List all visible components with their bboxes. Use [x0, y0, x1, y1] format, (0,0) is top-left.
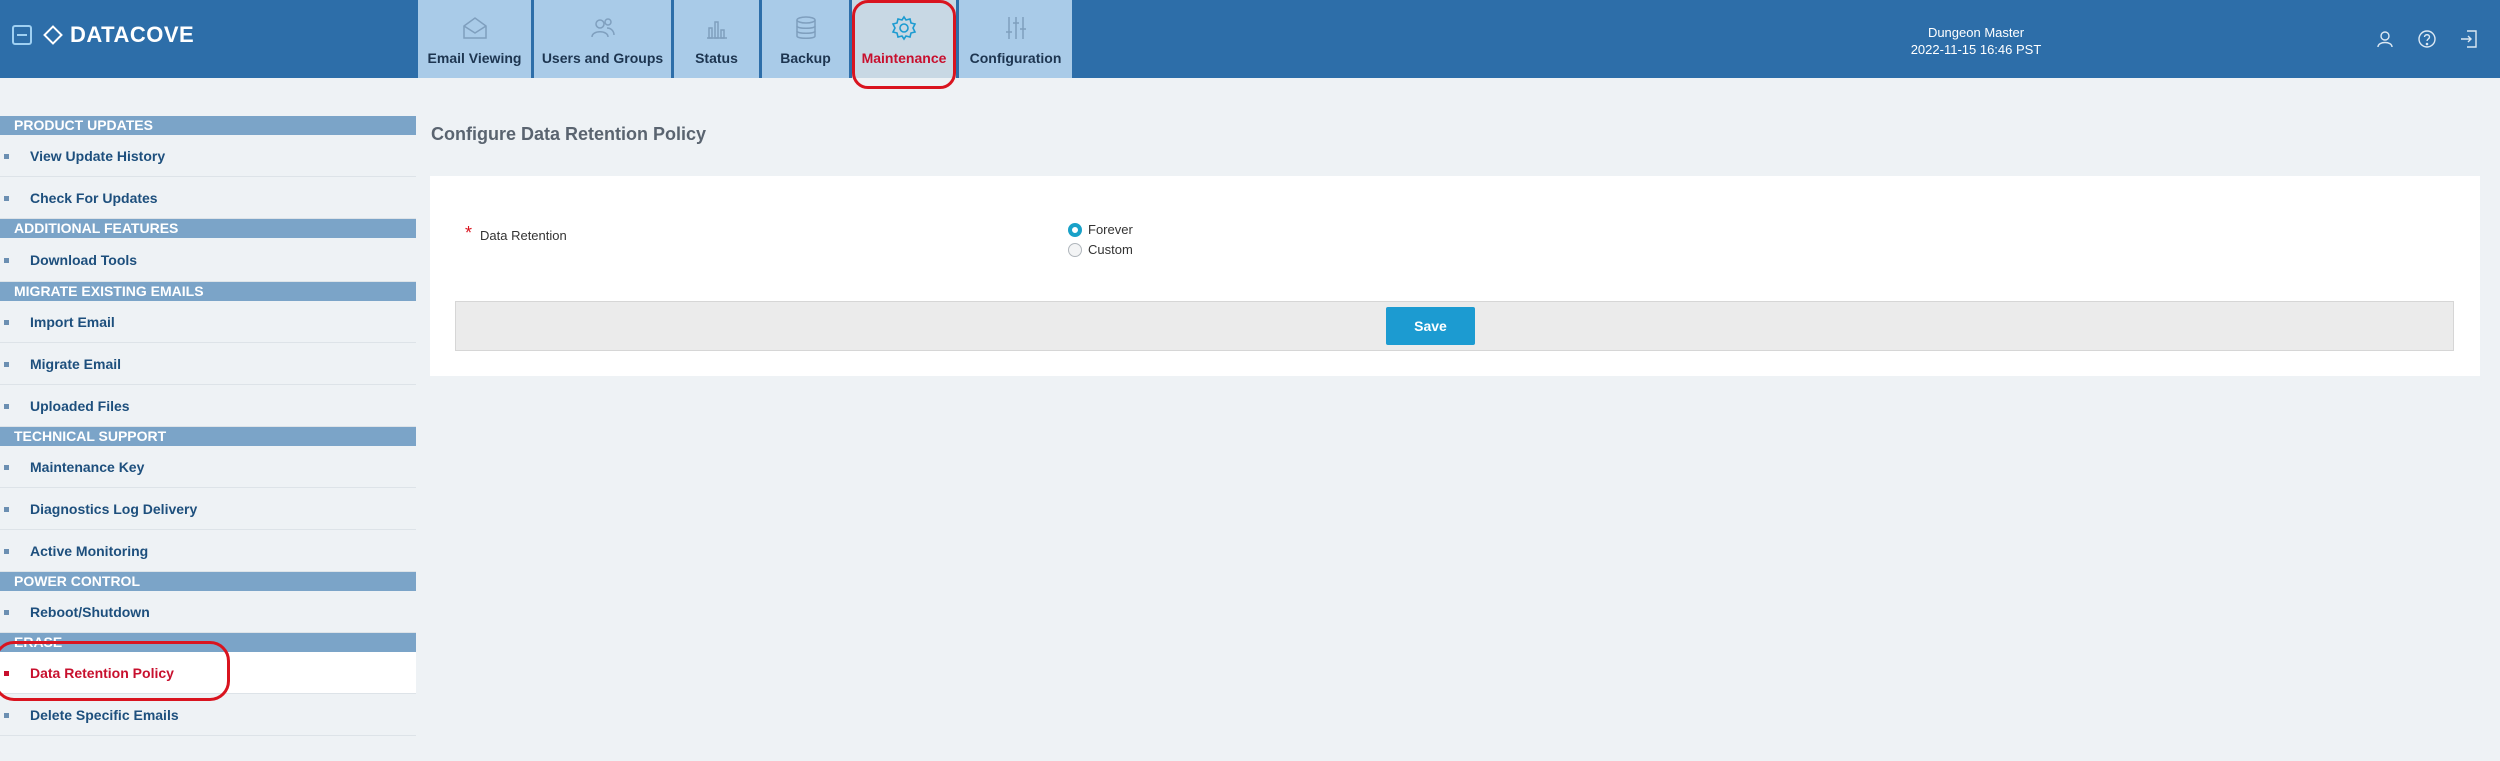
tab-maintenance[interactable]: Maintenance	[852, 0, 956, 78]
envelope-icon	[462, 17, 487, 39]
tab-backup[interactable]: Backup	[762, 0, 849, 78]
tab-label: Configuration	[969, 50, 1062, 66]
help-icon[interactable]	[2416, 28, 2438, 50]
tab-label: Email Viewing	[427, 50, 522, 66]
brand-name: DATACOVE	[70, 22, 195, 47]
tab-label: Status	[695, 50, 738, 66]
page-title: Configure Data Retention Policy	[431, 124, 707, 144]
sidebar-item-uploaded-files[interactable]: Uploaded Files	[0, 385, 416, 427]
brand: DATACOVE	[12, 22, 194, 48]
sliders-icon	[1005, 17, 1026, 39]
sidebar-item-diagnostics-log-delivery[interactable]: Diagnostics Log Delivery	[0, 488, 416, 530]
main-nav: Email Viewing Users and Groups Status Ba…	[418, 0, 1075, 78]
gear-icon	[891, 15, 917, 41]
save-button[interactable]: Save	[1386, 307, 1475, 345]
radio-option-custom[interactable]: Custom	[1068, 242, 1133, 257]
sidebar-item-import-email[interactable]: Import Email	[0, 301, 416, 343]
tab-label: Maintenance	[861, 50, 947, 66]
sidebar-item-reboot-shutdown[interactable]: Reboot/Shutdown	[0, 591, 416, 633]
data-retention-label: Data Retention	[480, 228, 567, 243]
database-icon	[795, 16, 816, 39]
bar-chart-icon	[706, 21, 727, 39]
section-header: ERASE	[0, 633, 416, 652]
sidebar-item-data-retention-policy[interactable]: Data Retention Policy	[0, 652, 416, 694]
user-info: Dungeon Master 2022-11-15 16:46 PST	[1876, 24, 2076, 58]
required-marker: *	[465, 223, 473, 243]
user-name: Dungeon Master	[1927, 25, 2025, 40]
sidebar-item-maintenance-key[interactable]: Maintenance Key	[0, 446, 416, 488]
user-profile-icon[interactable]	[2374, 28, 2396, 50]
tab-status[interactable]: Status	[674, 0, 759, 78]
sidebar-item-check-for-updates[interactable]: Check For Updates	[0, 177, 416, 219]
users-icon	[590, 18, 615, 38]
sidebar-item-delete-specific-emails[interactable]: Delete Specific Emails	[0, 694, 416, 736]
current-datetime: 2022-11-15 16:46 PST	[1910, 42, 2042, 57]
radio-option-forever[interactable]: Forever	[1068, 222, 1133, 237]
radio-unselected-icon[interactable]	[1068, 242, 1082, 257]
header-actions	[2374, 28, 2480, 50]
retention-form-panel: * Data Retention Forever Custom Save	[430, 176, 2480, 376]
section-header: TECHNICAL SUPPORT	[0, 427, 416, 446]
sidebar-item-download-tools[interactable]: Download Tools	[0, 238, 416, 282]
section-header: ADDITIONAL FEATURES	[0, 219, 416, 238]
section-header: POWER CONTROL	[0, 572, 416, 591]
logout-icon[interactable]	[2458, 28, 2480, 50]
logo-diamond-icon	[43, 25, 63, 45]
tab-users-and-groups[interactable]: Users and Groups	[534, 0, 671, 78]
sidebar-item-active-monitoring[interactable]: Active Monitoring	[0, 530, 416, 572]
tab-label: Backup	[780, 50, 831, 66]
radio-label: Forever	[1088, 222, 1133, 237]
sidebar: PRODUCT UPDATES View Update History Chec…	[0, 116, 416, 736]
radio-selected-icon[interactable]	[1068, 222, 1082, 237]
sidebar-item-migrate-email[interactable]: Migrate Email	[0, 343, 416, 385]
tab-label: Users and Groups	[541, 50, 664, 66]
collapse-menu-icon[interactable]	[12, 25, 32, 45]
tab-email-viewing[interactable]: Email Viewing	[418, 0, 531, 78]
section-header: PRODUCT UPDATES	[0, 116, 416, 135]
sidebar-item-view-update-history[interactable]: View Update History	[0, 135, 416, 177]
radio-label: Custom	[1088, 242, 1133, 257]
section-header: MIGRATE EXISTING EMAILS	[0, 282, 416, 301]
top-header: DATACOVE Email Viewing Users and Groups …	[0, 0, 2500, 78]
tab-configuration[interactable]: Configuration	[959, 0, 1072, 78]
